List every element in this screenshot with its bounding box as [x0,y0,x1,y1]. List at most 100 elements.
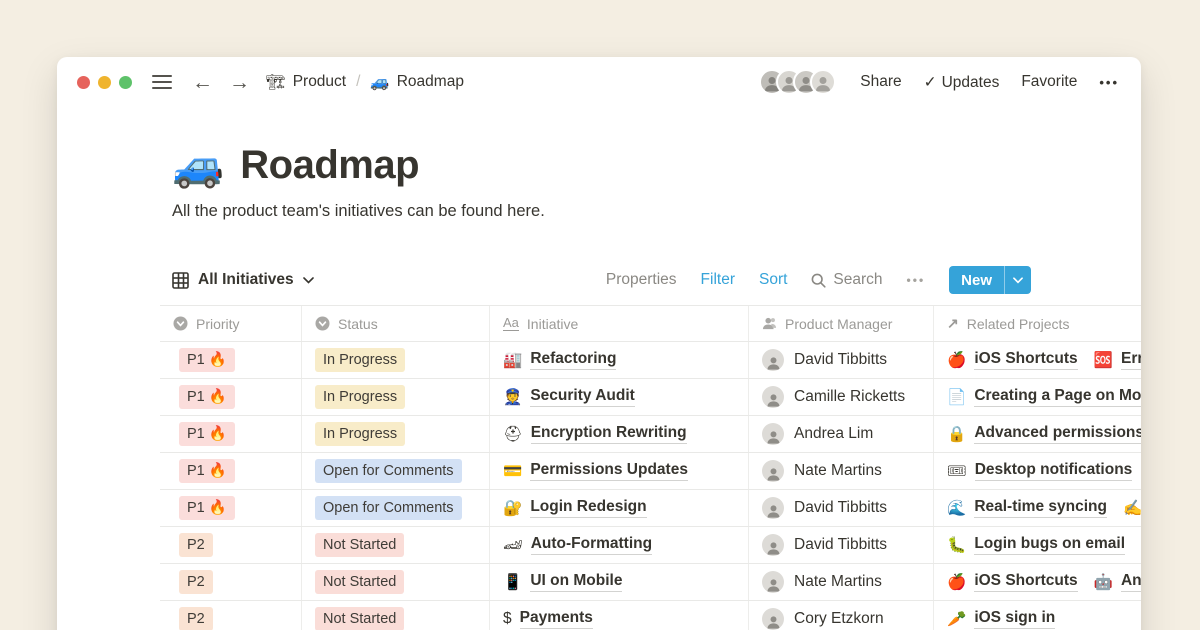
zoom-window-icon[interactable] [119,76,132,89]
product-manager-cell[interactable]: Camille Ricketts [749,379,934,415]
priority-cell[interactable]: P1 🔥 [160,490,302,526]
priority-tag[interactable]: P1 🔥 [179,496,235,520]
priority-cell[interactable]: P2 [160,564,302,600]
table-row[interactable]: P2 Not Started 📱 UI on Mobile Nate Marti… [160,564,1141,601]
related-projects-cell[interactable]: 🎟Desktop notifications [934,453,1141,489]
initiative-link[interactable]: 🏭 Refactoring [503,350,616,370]
page-icon[interactable]: 🚙 [172,145,224,187]
column-header-initiative[interactable]: Aa Initiative [490,306,749,341]
status-tag[interactable]: Open for Comments [315,496,462,520]
status-tag[interactable]: In Progress [315,385,405,409]
status-cell[interactable]: Not Started [302,527,490,563]
priority-tag[interactable]: P2 [179,607,213,630]
initiative-link[interactable]: 🔐 Login Redesign [503,498,647,518]
table-row[interactable]: P1 🔥 In Progress 👮 Security Audit Camill… [160,379,1141,416]
status-cell[interactable]: Not Started [302,564,490,600]
related-project-link[interactable]: 🤖And [1094,572,1141,592]
product-manager-cell[interactable]: David Tibbitts [749,527,934,563]
related-project-link[interactable]: 🎟Desktop notifications [947,461,1132,481]
menu-icon[interactable] [152,74,172,90]
related-project-link[interactable]: 🍎iOS Shortcuts [947,572,1078,592]
share-button[interactable]: Share [860,73,901,91]
initiative-link[interactable]: 👮 Security Audit [503,387,635,407]
back-icon[interactable]: ← [192,72,213,93]
priority-tag[interactable]: P1 🔥 [179,348,235,372]
status-cell[interactable]: In Progress [302,379,490,415]
initiative-cell[interactable]: 👮 Security Audit [490,379,749,415]
table-row[interactable]: P1 🔥 In Progress ⛑ Encryption Rewriting … [160,416,1141,453]
product-manager-cell[interactable]: Andrea Lim [749,416,934,452]
related-projects-cell[interactable]: 🥕iOS sign in [934,601,1141,630]
status-cell[interactable]: Open for Comments [302,490,490,526]
initiative-cell[interactable]: 💳 Permissions Updates [490,453,749,489]
product-manager-cell[interactable]: Nate Martins [749,564,934,600]
status-tag[interactable]: Not Started [315,607,404,630]
related-projects-cell[interactable]: 🍎iOS Shortcuts 🆘Erro [934,342,1141,378]
priority-cell[interactable]: P1 🔥 [160,416,302,452]
related-project-link[interactable]: 📄Creating a Page on Mob [947,387,1141,407]
status-cell[interactable]: In Progress [302,342,490,378]
related-project-link[interactable]: 🌊Real-time syncing [947,498,1107,518]
initiative-link[interactable]: ⛑ Encryption Rewriting [503,424,687,444]
initiative-cell[interactable]: 🔐 Login Redesign [490,490,749,526]
table-row[interactable]: P1 🔥 Open for Comments 💳 Permissions Upd… [160,453,1141,490]
favorite-button[interactable]: Favorite [1021,73,1077,91]
product-manager-cell[interactable]: David Tibbitts [749,490,934,526]
related-project-link[interactable]: 🍎iOS Shortcuts [947,350,1078,370]
priority-tag[interactable]: P1 🔥 [179,459,235,483]
status-cell[interactable]: Open for Comments [302,453,490,489]
new-button[interactable]: New [949,266,1031,294]
properties-button[interactable]: Properties [606,271,677,289]
view-more-icon[interactable]: ••• [907,273,926,287]
filter-button[interactable]: Filter [701,271,735,289]
priority-cell[interactable]: P1 🔥 [160,379,302,415]
related-projects-cell[interactable]: 🍎iOS Shortcuts 🤖And [934,564,1141,600]
related-projects-cell[interactable]: 🔒Advanced permissions [934,416,1141,452]
table-row[interactable]: P1 🔥 In Progress 🏭 Refactoring David Tib… [160,342,1141,379]
sort-button[interactable]: Sort [759,271,787,289]
priority-cell[interactable]: P1 🔥 [160,342,302,378]
related-projects-cell[interactable]: 🌊Real-time syncing✍ [934,490,1141,526]
table-row[interactable]: P2 Not Started $ Payments Cory Etzkorn 🥕… [160,601,1141,630]
breadcrumb-parent[interactable]: 🏗 Product [266,73,346,92]
status-cell[interactable]: Not Started [302,601,490,630]
priority-tag[interactable]: P2 [179,533,213,557]
status-tag[interactable]: In Progress [315,422,405,446]
new-dropdown-icon[interactable] [1004,266,1031,294]
initiative-cell[interactable]: 📱 UI on Mobile [490,564,749,600]
product-manager-cell[interactable]: Nate Martins [749,453,934,489]
priority-tag[interactable]: P1 🔥 [179,422,235,446]
initiative-link[interactable]: 💳 Permissions Updates [503,461,688,481]
table-row[interactable]: P1 🔥 Open for Comments 🔐 Login Redesign … [160,490,1141,527]
column-header-priority[interactable]: Priority [160,306,302,341]
status-tag[interactable]: In Progress [315,348,405,372]
related-project-link[interactable]: 🥕iOS sign in [947,609,1055,629]
updates-button[interactable]: ✓Updates [924,73,1000,92]
priority-cell[interactable]: P2 [160,527,302,563]
initiative-cell[interactable]: 🏎 Auto-Formatting [490,527,749,563]
minimize-window-icon[interactable] [98,76,111,89]
column-header-product-manager[interactable]: Product Manager [749,306,934,341]
related-projects-cell[interactable]: 🐛Login bugs on email🆘 [934,527,1141,563]
search-button[interactable]: Search [811,271,882,289]
status-tag[interactable]: Open for Comments [315,459,462,483]
related-projects-cell[interactable]: 📄Creating a Page on Mob [934,379,1141,415]
initiative-cell[interactable]: $ Payments [490,601,749,630]
column-header-related-projects[interactable]: ↗ Related Projects [934,306,1141,341]
column-header-status[interactable]: Status [302,306,490,341]
status-tag[interactable]: Not Started [315,533,404,557]
priority-cell[interactable]: P1 🔥 [160,453,302,489]
close-window-icon[interactable] [77,76,90,89]
breadcrumb-current[interactable]: 🚙 Roadmap [370,73,464,92]
forward-icon[interactable]: → [229,72,250,93]
related-project-link[interactable]: 🆘Erro [1094,350,1141,370]
priority-tag[interactable]: P2 [179,570,213,594]
table-row[interactable]: P2 Not Started 🏎 Auto-Formatting David T… [160,527,1141,564]
more-options-icon[interactable]: ••• [1099,75,1119,90]
status-tag[interactable]: Not Started [315,570,404,594]
view-switcher[interactable]: All Initiatives [172,271,314,289]
product-manager-cell[interactable]: David Tibbitts [749,342,934,378]
related-project-link[interactable]: 🔒Advanced permissions [947,424,1141,444]
initiative-link[interactable]: $ Payments [503,609,593,629]
initiative-link[interactable]: 🏎 Auto-Formatting [503,535,652,555]
